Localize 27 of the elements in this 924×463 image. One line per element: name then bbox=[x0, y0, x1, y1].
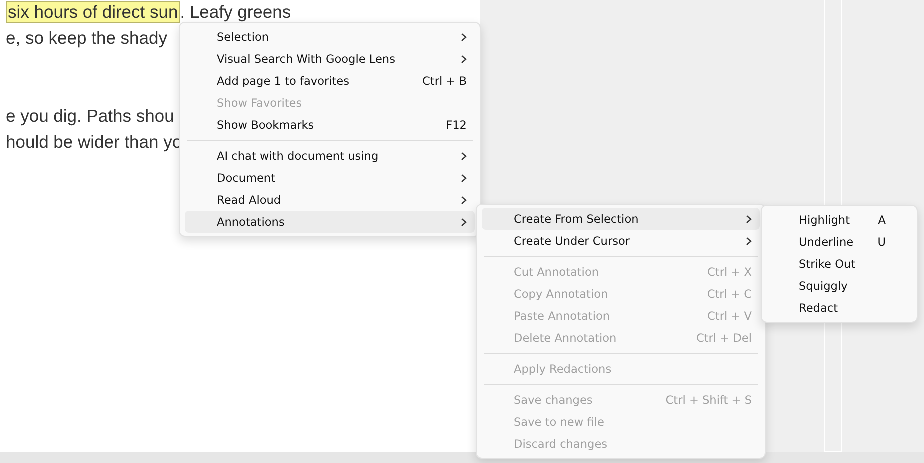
chevron-right-icon bbox=[461, 196, 467, 204]
chevron-right-icon bbox=[461, 54, 467, 64]
chevron-right-icon bbox=[461, 32, 467, 42]
menu-item[interactable]: Document bbox=[185, 167, 475, 189]
document-text: . Leafy greens bbox=[180, 2, 292, 22]
menu-item[interactable]: AI chat with document using bbox=[185, 145, 475, 167]
menu-item[interactable]: Visual Search With Google Lens bbox=[185, 48, 475, 70]
menu-item[interactable]: Annotations bbox=[185, 211, 475, 233]
chevron-right-icon bbox=[746, 236, 752, 246]
document-text: e, so keep the shady bbox=[6, 28, 168, 48]
menu-item[interactable]: Selection bbox=[185, 26, 475, 48]
document-text: e you dig. Paths shou bbox=[6, 106, 174, 126]
menu-item[interactable]: Highlight A bbox=[767, 209, 912, 231]
menu-item[interactable]: Strike Out bbox=[767, 253, 912, 275]
chevron-right-icon bbox=[461, 218, 467, 226]
highlighted-text: six hours of direct sun bbox=[6, 1, 180, 23]
menu-item[interactable]: Squiggly bbox=[767, 275, 912, 297]
menu-item[interactable]: Read Aloud bbox=[185, 189, 475, 211]
chevron-right-icon bbox=[746, 214, 752, 224]
menu-item[interactable]: Create Under Cursor bbox=[482, 230, 760, 252]
chevron-right-icon bbox=[461, 152, 467, 160]
chevron-right-icon bbox=[461, 174, 467, 182]
menu-item[interactable]: Show Bookmarks F12 bbox=[185, 114, 475, 136]
menu-item[interactable]: Create From Selection bbox=[482, 208, 760, 230]
menu-item[interactable]: Add page 1 to favorites Ctrl + B bbox=[185, 70, 475, 92]
menu-item[interactable]: Redact bbox=[767, 297, 912, 319]
menu-item[interactable]: Underline U bbox=[767, 231, 912, 253]
